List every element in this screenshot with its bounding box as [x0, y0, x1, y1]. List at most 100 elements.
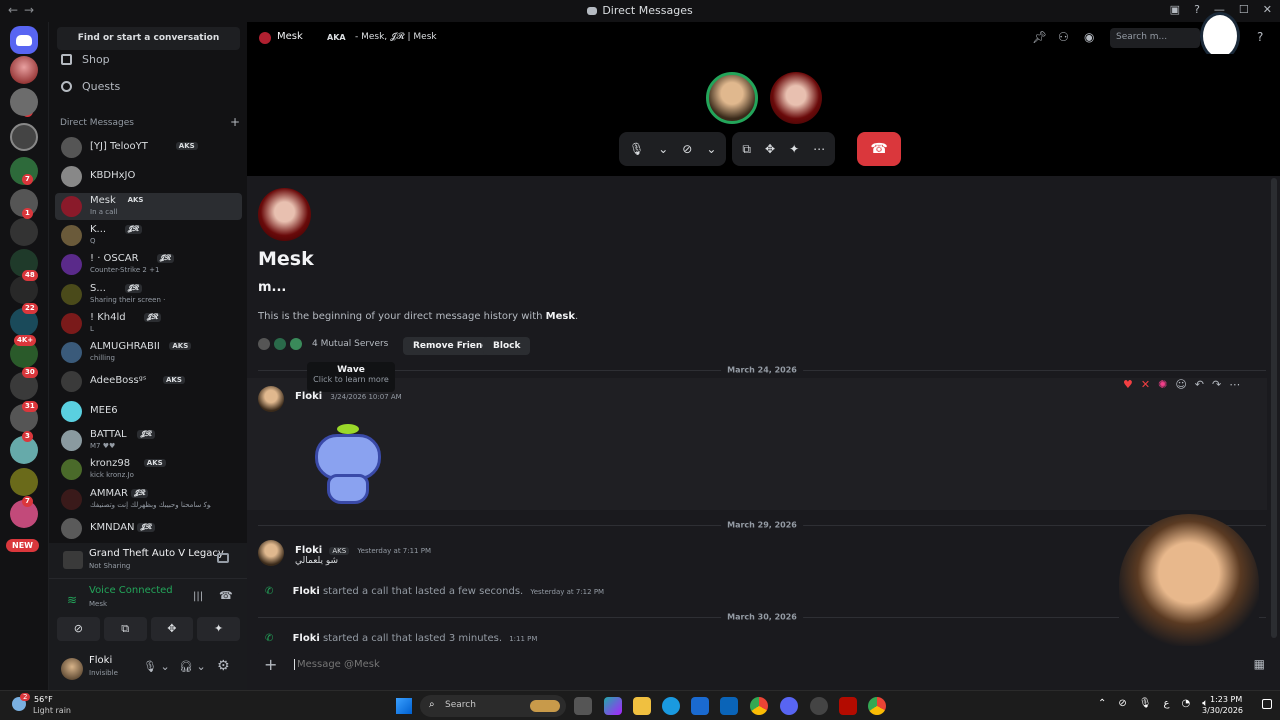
profile-avatar[interactable] [258, 188, 311, 241]
help-icon[interactable]: ? [1257, 30, 1263, 44]
outlook-icon[interactable] [720, 697, 738, 715]
app-icon[interactable] [810, 697, 828, 715]
share-screen-button[interactable]: ⧉ [103, 617, 147, 641]
disconnect-icon[interactable]: ☎ [219, 589, 233, 602]
user-avatar[interactable] [61, 658, 83, 680]
call-controls: 🎙︎ ⌄ ⊘ ⌄ ⧉ ✥ ✦ ⋯ ☎ [619, 132, 902, 166]
dm-item[interactable]: Mesk AKS In a call [55, 192, 242, 220]
add-reaction-icon[interactable]: ☺ [1175, 378, 1186, 391]
dm-item[interactable]: AdeeBossᵍˢ AKS [55, 368, 242, 395]
message-avatar[interactable] [258, 540, 284, 566]
add-friends-icon[interactable]: ⚇ [1058, 30, 1069, 44]
dm-item[interactable]: K... 𝓙𝓡 Q [55, 222, 242, 249]
server-icon[interactable] [10, 468, 38, 496]
dm-item[interactable]: ! Kh4ld 𝓙𝓡 L [55, 310, 242, 337]
scrollbar[interactable] [1271, 178, 1277, 638]
mic-tray-icon[interactable]: 🎙︎ [1139, 698, 1152, 709]
forward-icon[interactable]: ↷ [1212, 378, 1221, 391]
mutual-servers[interactable]: 4 Mutual Servers [258, 338, 388, 350]
activities-button[interactable]: ✥ [150, 617, 194, 641]
block-button[interactable]: Block [483, 337, 531, 355]
apps-icon[interactable]: ▦ [1254, 657, 1265, 671]
call-author[interactable]: Floki [293, 633, 320, 644]
network-off-icon[interactable]: ⊘ [1118, 698, 1126, 709]
language-indicator[interactable]: ع [1163, 698, 1169, 709]
add-attachment-icon[interactable]: + [264, 655, 294, 674]
hang-up-button[interactable]: ☎ [857, 132, 902, 166]
shop-link[interactable]: Shop [61, 53, 110, 66]
notifications-icon[interactable] [1262, 699, 1272, 709]
close-button[interactable]: ✕ [1263, 3, 1272, 16]
adobe-icon[interactable] [839, 697, 857, 715]
home-button[interactable] [10, 26, 38, 54]
dm-item[interactable]: KBDHxJO [55, 163, 242, 190]
help-icon[interactable]: ? [1194, 3, 1200, 16]
edge-icon[interactable] [662, 697, 680, 715]
dm-item[interactable]: kronz98 AKS kick kronz.Jo [55, 456, 242, 483]
clock-date[interactable]: 3/30/2026 [1202, 706, 1243, 715]
call-participant-mesk[interactable] [770, 72, 822, 124]
dm-item[interactable]: BATTAL 𝓙𝓡 M7 ♥♥ [55, 427, 242, 454]
clock-time[interactable]: 1:23 PM [1210, 695, 1242, 704]
mic-icon[interactable]: 🎙︎ [629, 142, 644, 156]
dm-item[interactable]: S... 𝓙𝓡 Sharing their screen · [55, 281, 242, 308]
windows-start-icon[interactable] [396, 698, 412, 714]
wumpus-sticker[interactable] [309, 422, 387, 506]
copilot-icon[interactable] [604, 697, 622, 715]
profile-icon[interactable]: ◉ [1084, 30, 1094, 44]
message-input[interactable] [294, 658, 1254, 670]
taskbar-search[interactable]: ⌕ Search [420, 695, 566, 717]
server-icon[interactable] [10, 123, 38, 151]
more-icon[interactable]: ⋯ [813, 142, 825, 156]
dm-item[interactable]: MEE6 [55, 398, 242, 425]
dm-item[interactable]: KMNDAN 𝓙𝓡 [55, 515, 242, 542]
dm-item[interactable]: ALMUGHRABII AKS chilling [55, 339, 242, 366]
noise-suppression-icon[interactable]: ||| [193, 591, 203, 602]
message-author[interactable]: Floki [295, 545, 322, 556]
server-badge: 22 [22, 303, 38, 314]
server-icon[interactable] [10, 88, 38, 116]
server-icon[interactable] [10, 56, 38, 84]
settings-gear-icon[interactable]: ⚙ [217, 658, 230, 674]
heart-reaction-icon[interactable]: ♥ [1123, 378, 1133, 391]
chevron-down-icon[interactable]: ⌄ [658, 142, 668, 156]
wifi-icon[interactable]: ◔ [1181, 698, 1190, 709]
voice-channel[interactable]: Mesk [89, 600, 107, 608]
share-screen-icon[interactable] [217, 553, 229, 563]
call-author[interactable]: Floki [293, 586, 320, 597]
headset-icon[interactable]: 🎧︎ ⌄ [179, 660, 206, 673]
more-icon[interactable]: ⋯ [1229, 378, 1240, 391]
quests-link[interactable]: Quests [61, 80, 120, 93]
file-explorer-icon[interactable] [633, 697, 651, 715]
activities-icon[interactable]: ✥ [765, 142, 775, 156]
reply-icon[interactable]: ↶ [1195, 378, 1204, 391]
message-author[interactable]: Floki [295, 391, 322, 402]
share-screen-icon[interactable]: ⧉ [742, 142, 751, 157]
camera-off-icon[interactable]: ⊘ [682, 142, 692, 156]
store-icon[interactable] [691, 697, 709, 715]
chevron-down-icon[interactable]: ⌄ [706, 142, 716, 156]
task-view-icon[interactable] [574, 697, 592, 715]
find-conversation-button[interactable]: Find or start a conversation [57, 27, 240, 50]
maximize-button[interactable]: ☐ [1239, 3, 1249, 16]
inbox-icon[interactable]: ▣ [1170, 3, 1180, 16]
dm-item[interactable]: ! · OSCAR 𝓙𝓡 Counter-Strike 2 +1 [55, 251, 242, 278]
search-input[interactable]: Search m... [1110, 28, 1200, 48]
chrome-profile-icon[interactable] [868, 697, 886, 715]
mic-icon[interactable]: 🎙︎ ⌄ [143, 660, 170, 673]
soundboard-button[interactable]: ✦ [197, 617, 240, 641]
x-reaction-icon[interactable]: ✕ [1141, 378, 1150, 391]
chrome-icon[interactable] [750, 697, 768, 715]
add-dm-icon[interactable]: + [230, 116, 240, 128]
dm-item[interactable]: AMMAR 𝓙𝓡 ﻮﻛ ﺳﺎﻣﺤﻨﺎ ﻭﺣﺒﻴﺒﻚ ﻭﺑﻈﻬﺮﻟﻚ ﺇﻧﺖ ﻭﺗﺼﻨ… [55, 486, 242, 513]
camera-off-button[interactable]: ⊘ [57, 617, 100, 641]
dm-item[interactable]: [YJ] TelooYT AKS [55, 134, 242, 161]
soundboard-icon[interactable]: ✦ [789, 142, 799, 156]
reaction-icon[interactable]: ✺ [1158, 378, 1167, 391]
tray-chevron-icon[interactable]: ⌃ [1098, 698, 1106, 709]
pin-icon[interactable]: 📌︎ [1032, 30, 1047, 44]
server-icon[interactable] [10, 218, 38, 246]
message-avatar[interactable] [258, 386, 284, 412]
discord-taskbar-icon[interactable] [780, 697, 798, 715]
call-participant-floki[interactable] [706, 72, 758, 124]
